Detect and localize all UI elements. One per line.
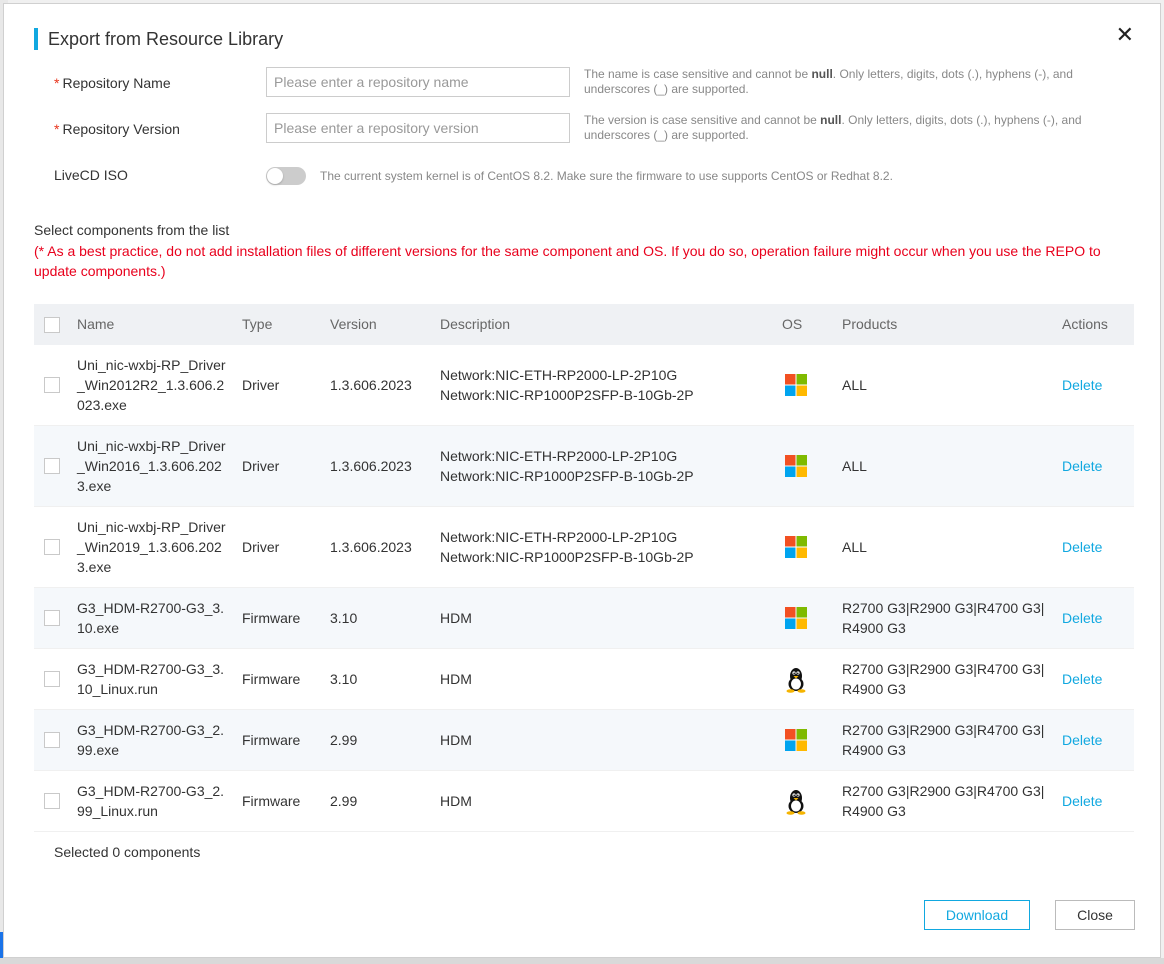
required-mark: * <box>54 75 60 91</box>
download-button[interactable]: Download <box>924 900 1030 930</box>
delete-link[interactable]: Delete <box>1062 669 1102 689</box>
title-accent-bar <box>34 28 38 50</box>
cell-version: 3.10 <box>330 610 358 626</box>
cell-description: HDM <box>440 671 472 687</box>
repo-name-hint: The name is case sensitive and cannot be… <box>584 67 1073 96</box>
delete-link[interactable]: Delete <box>1062 456 1102 476</box>
cell-name: Uni_nic-wxbj-RP_Driver_Win2012R2_1.3.606… <box>77 357 226 413</box>
cell-name: G3_HDM-R2700-G3_3.10.exe <box>77 600 225 636</box>
col-actions: Actions <box>1062 316 1108 332</box>
delete-link[interactable]: Delete <box>1062 608 1102 628</box>
components-warning: (* As a best practice, do not add instal… <box>34 243 1101 279</box>
row-checkbox[interactable] <box>44 732 60 748</box>
livecd-hint: The current system kernel is of CentOS 8… <box>320 169 893 183</box>
row-checkbox[interactable] <box>44 671 60 687</box>
delete-link[interactable]: Delete <box>1062 791 1102 811</box>
cell-type: Driver <box>242 539 280 555</box>
cell-version: 1.3.606.2023 <box>330 377 412 393</box>
cell-type: Driver <box>242 377 280 393</box>
background-bottom-edge <box>0 958 1164 964</box>
livecd-toggle[interactable] <box>266 167 306 185</box>
cell-description: Network:NIC-ETH-RP2000-LP-2P10G Network:N… <box>440 529 694 565</box>
cell-products: R2700 G3|R2900 G3|R4700 G3|R4900 G3 <box>842 600 1045 636</box>
repo-version-hint: The version is case sensitive and cannot… <box>584 113 1082 142</box>
components-heading: Select components from the list <box>34 222 230 238</box>
row-checkbox[interactable] <box>44 458 60 474</box>
linux-icon <box>784 667 808 693</box>
windows-icon <box>784 606 808 630</box>
repo-version-input[interactable] <box>266 113 570 143</box>
repo-name-input[interactable] <box>266 67 570 97</box>
cell-name: G3_HDM-R2700-G3_2.99.exe <box>77 722 225 758</box>
table-row: Uni_nic-wxbj-RP_Driver_Win2012R2_1.3.606… <box>34 345 1134 426</box>
cell-type: Firmware <box>242 671 301 687</box>
table-header: Name Type Version Description OS Product… <box>34 304 1134 345</box>
cell-products: R2700 G3|R2900 G3|R4700 G3|R4900 G3 <box>842 783 1045 819</box>
cell-type: Firmware <box>242 732 301 748</box>
cell-products: ALL <box>842 377 867 393</box>
cell-name: G3_HDM-R2700-G3_3.10_Linux.run <box>77 661 225 697</box>
export-dialog: Export from Resource Library ✕ * Reposito… <box>3 3 1161 958</box>
cell-products: R2700 G3|R2900 G3|R4700 G3|R4900 G3 <box>842 661 1045 697</box>
windows-icon <box>784 535 808 559</box>
cell-description: HDM <box>440 732 472 748</box>
select-all-checkbox[interactable] <box>44 317 60 333</box>
col-description: Description <box>440 316 511 332</box>
table-row: Uni_nic-wxbj-RP_Driver_Win2019_1.3.606.2… <box>34 507 1134 588</box>
table-body: Uni_nic-wxbj-RP_Driver_Win2012R2_1.3.606… <box>34 345 1134 832</box>
table-row: Uni_nic-wxbj-RP_Driver_Win2016_1.3.606.2… <box>34 426 1134 507</box>
cell-description: Network:NIC-ETH-RP2000-LP-2P10G Network:N… <box>440 448 694 484</box>
cell-name: G3_HDM-R2700-G3_2.99_Linux.run <box>77 783 225 819</box>
windows-icon <box>784 728 808 752</box>
row-checkbox[interactable] <box>44 377 60 393</box>
table-row: G3_HDM-R2700-G3_2.99_Linux.run Firmware 2.… <box>34 771 1134 832</box>
cell-version: 1.3.606.2023 <box>330 539 412 555</box>
cell-type: Driver <box>242 458 280 474</box>
close-button[interactable]: Close <box>1055 900 1135 930</box>
cell-version: 3.10 <box>330 671 358 687</box>
linux-icon <box>784 789 808 815</box>
table-row: G3_HDM-R2700-G3_3.10_Linux.run Firmware 3.… <box>34 649 1134 710</box>
cell-version: 1.3.606.2023 <box>330 458 412 474</box>
table-row: G3_HDM-R2700-G3_2.99.exe Firmware 2.99 HDM R… <box>34 710 1134 771</box>
selected-count: Selected 0 components <box>54 844 201 860</box>
cell-type: Firmware <box>242 610 301 626</box>
cell-version: 2.99 <box>330 793 358 809</box>
close-icon[interactable]: ✕ <box>1116 22 1134 48</box>
col-version: Version <box>330 316 377 332</box>
row-checkbox[interactable] <box>44 539 60 555</box>
required-mark: * <box>54 121 60 137</box>
livecd-label: LiveCD ISO <box>54 167 128 183</box>
windows-icon <box>784 373 808 397</box>
cell-name: Uni_nic-wxbj-RP_Driver_Win2019_1.3.606.2… <box>77 519 226 575</box>
dialog-title: Export from Resource Library <box>48 28 284 49</box>
delete-link[interactable]: Delete <box>1062 375 1102 395</box>
windows-icon <box>784 454 808 478</box>
cell-products: R2700 G3|R2900 G3|R4700 G3|R4900 G3 <box>842 722 1045 758</box>
cell-description: HDM <box>440 610 472 626</box>
delete-link[interactable]: Delete <box>1062 730 1102 750</box>
repo-version-label: * Repository Version <box>54 121 180 137</box>
row-checkbox[interactable] <box>44 793 60 809</box>
col-name: Name <box>77 316 115 332</box>
cell-description: HDM <box>440 793 472 809</box>
cell-description: Network:NIC-ETH-RP2000-LP-2P10G Network:N… <box>440 367 694 403</box>
col-os: OS <box>782 316 803 332</box>
table-row: G3_HDM-R2700-G3_3.10.exe Firmware 3.10 HDM R… <box>34 588 1134 649</box>
col-products: Products <box>842 316 898 332</box>
components-table: Name Type Version Description OS Product… <box>34 304 1134 832</box>
row-checkbox[interactable] <box>44 610 60 626</box>
cell-name: Uni_nic-wxbj-RP_Driver_Win2016_1.3.606.2… <box>77 438 226 494</box>
repo-name-label: * Repository Name <box>54 75 171 91</box>
col-type: Type <box>242 316 273 332</box>
dialog-header: Export from Resource Library <box>34 26 283 52</box>
delete-link[interactable]: Delete <box>1062 537 1102 557</box>
toggle-knob <box>267 168 283 184</box>
cell-version: 2.99 <box>330 732 358 748</box>
cell-products: ALL <box>842 458 867 474</box>
cell-products: ALL <box>842 539 867 555</box>
cell-type: Firmware <box>242 793 301 809</box>
